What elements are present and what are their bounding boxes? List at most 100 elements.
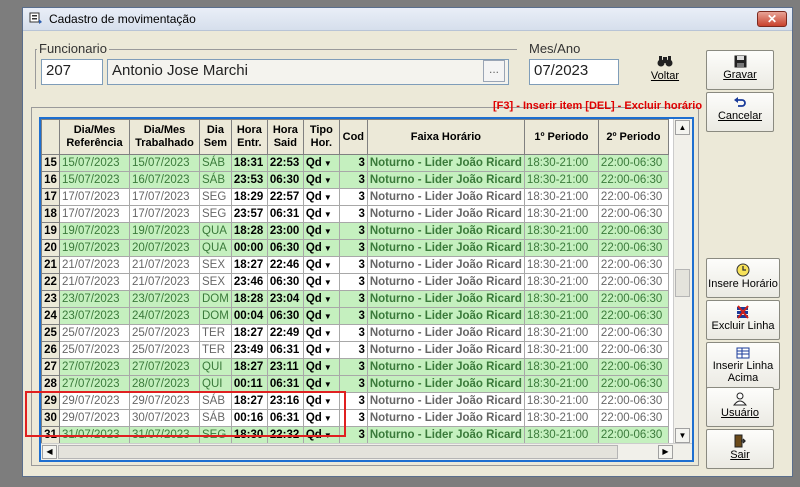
referencia-cell[interactable]: 25/07/2023 [59,324,130,342]
faixa-horario-cell[interactable]: Noturno - Lider João Ricard [366,426,525,444]
primeiro-periodo-cell[interactable]: 18:30-21:00 [523,409,599,427]
segundo-periodo-cell[interactable]: 22:00-06:30 [597,239,669,257]
chevron-down-icon[interactable]: ▼ [324,363,332,372]
scroll-right-arrow[interactable]: ▶ [658,445,673,459]
trabalhado-cell[interactable]: 21/07/2023 [129,273,200,291]
segundo-periodo-cell[interactable]: 22:00-06:30 [597,205,669,223]
cancelar-button[interactable]: Cancelar [706,92,774,132]
chevron-down-icon[interactable]: ▼ [324,278,332,287]
chevron-down-icon[interactable]: ▼ [324,380,332,389]
hora-entr-cell[interactable]: 18:29 [230,188,268,206]
faixa-horario-cell[interactable]: Noturno - Lider João Ricard [366,341,525,359]
dia-sem-cell[interactable]: QUI [199,358,232,376]
cod-cell[interactable]: 3 [338,205,368,223]
hora-said-cell[interactable]: 23:16 [266,392,304,410]
hora-said-cell[interactable]: 06:30 [266,171,304,189]
cod-cell[interactable]: 3 [338,188,368,206]
horizontal-scrollbar[interactable]: ◀ ▶ [41,443,692,460]
tipo-hor-dropdown[interactable]: Qd▼ [302,409,340,427]
cod-cell[interactable]: 3 [338,409,368,427]
referencia-cell[interactable]: 23/07/2023 [59,307,130,325]
cod-cell[interactable]: 3 [338,358,368,376]
excluir-linha-button[interactable]: Excluir Linha [706,300,780,340]
column-header-hora-entr[interactable]: Hora Entr. [230,119,268,155]
close-button[interactable]: ✕ [757,11,787,27]
segundo-periodo-cell[interactable]: 22:00-06:30 [597,392,669,410]
faixa-horario-cell[interactable]: Noturno - Lider João Ricard [366,290,525,308]
column-header-referencia[interactable]: Dia/Mes Referência [59,119,130,155]
cod-cell[interactable]: 3 [338,222,368,240]
trabalhado-cell[interactable]: 30/07/2023 [129,409,200,427]
referencia-cell[interactable]: 25/07/2023 [59,341,130,359]
column-header-trabalhado[interactable]: Dia/Mes Trabalhado [129,119,200,155]
dia-sem-cell[interactable]: DOM [199,290,232,308]
dia-sem-cell[interactable]: QUA [199,222,232,240]
hora-said-cell[interactable]: 22:57 [266,188,304,206]
column-header-tipo-hor[interactable]: Tipo Hor. [302,119,340,155]
hora-said-cell[interactable]: 06:30 [266,239,304,257]
dia-sem-cell[interactable]: SÁB [199,392,232,410]
dia-sem-cell[interactable]: SEG [199,205,232,223]
cod-cell[interactable]: 3 [338,392,368,410]
dia-sem-cell[interactable]: TER [199,324,232,342]
referencia-cell[interactable]: 29/07/2023 [59,392,130,410]
hora-entr-cell[interactable]: 23:57 [230,205,268,223]
hora-said-cell[interactable]: 22:46 [266,256,304,274]
chevron-down-icon[interactable]: ▼ [324,346,332,355]
segundo-periodo-cell[interactable]: 22:00-06:30 [597,307,669,325]
cod-cell[interactable]: 3 [338,154,368,172]
primeiro-periodo-cell[interactable]: 18:30-21:00 [523,290,599,308]
referencia-cell[interactable]: 23/07/2023 [59,290,130,308]
scroll-left-arrow[interactable]: ◀ [42,445,57,459]
referencia-cell[interactable]: 19/07/2023 [59,239,130,257]
table-row[interactable]: 23 23/07/2023 23/07/2023 DOM 18:28 23:04 Qd ▼ 3 N… [41,290,669,308]
cod-cell[interactable]: 3 [338,324,368,342]
table-row[interactable]: 21 21/07/2023 21/07/2023 SEX 18:27 22:46 Qd ▼ 3 N… [41,256,669,274]
faixa-horario-cell[interactable]: Noturno - Lider João Ricard [366,239,525,257]
funcionario-lookup-button[interactable]: ... [483,60,505,82]
tipo-hor-dropdown[interactable]: Qd▼ [302,426,340,444]
dia-sem-cell[interactable]: DOM [199,307,232,325]
hora-entr-cell[interactable]: 18:28 [230,290,268,308]
chevron-down-icon[interactable]: ▼ [324,261,332,270]
referencia-cell[interactable]: 21/07/2023 [59,273,130,291]
faixa-horario-cell[interactable]: Noturno - Lider João Ricard [366,256,525,274]
column-header-faixa-horario[interactable]: Faixa Horário [366,119,525,155]
primeiro-periodo-cell[interactable]: 18:30-21:00 [523,222,599,240]
faixa-horario-cell[interactable]: Noturno - Lider João Ricard [366,307,525,325]
tipo-hor-dropdown[interactable]: Qd▼ [302,392,340,410]
hora-entr-cell[interactable]: 00:11 [230,375,268,393]
primeiro-periodo-cell[interactable]: 18:30-21:00 [523,256,599,274]
column-header-dia-sem[interactable]: Dia Sem [199,119,232,155]
funcionario-code-field[interactable]: 207 [41,59,103,85]
hora-said-cell[interactable]: 06:31 [266,375,304,393]
hora-entr-cell[interactable]: 18:27 [230,324,268,342]
segundo-periodo-cell[interactable]: 22:00-06:30 [597,341,669,359]
dia-sem-cell[interactable]: SÁB [199,171,232,189]
segundo-periodo-cell[interactable]: 22:00-06:30 [597,256,669,274]
chevron-down-icon[interactable]: ▼ [324,431,332,440]
segundo-periodo-cell[interactable]: 22:00-06:30 [597,358,669,376]
segundo-periodo-cell[interactable]: 22:00-06:30 [597,273,669,291]
trabalhado-cell[interactable]: 17/07/2023 [129,205,200,223]
chevron-down-icon[interactable]: ▼ [324,176,332,185]
primeiro-periodo-cell[interactable]: 18:30-21:00 [523,375,599,393]
table-row[interactable]: 16 15/07/2023 16/07/2023 SÁB 23:53 06:30 Qd ▼ 3 N… [41,171,669,189]
trabalhado-cell[interactable]: 25/07/2023 [129,341,200,359]
table-row[interactable]: 15 15/07/2023 15/07/2023 SÁB 18:31 22:53 Qd ▼ 3 N… [41,154,669,172]
referencia-cell[interactable]: 27/07/2023 [59,358,130,376]
dia-sem-cell[interactable]: SEG [199,188,232,206]
trabalhado-cell[interactable]: 20/07/2023 [129,239,200,257]
table-row[interactable]: 22 21/07/2023 21/07/2023 SEX 23:46 06:30 Qd ▼ 3 N… [41,273,669,291]
primeiro-periodo-cell[interactable]: 18:30-21:00 [523,188,599,206]
funcionario-name-field[interactable]: Antonio Jose Marchi [107,59,509,85]
cod-cell[interactable]: 3 [338,375,368,393]
segundo-periodo-cell[interactable]: 22:00-06:30 [597,426,669,444]
table-row[interactable]: 27 27/07/2023 27/07/2023 QUI 18:27 23:11 Qd ▼ 3 N… [41,358,669,376]
primeiro-periodo-cell[interactable]: 18:30-21:00 [523,324,599,342]
tipo-hor-dropdown[interactable]: Qd▼ [302,375,340,393]
cod-cell[interactable]: 3 [338,307,368,325]
column-header-segundo-periodo[interactable]: 2º Periodo [597,119,669,155]
trabalhado-cell[interactable]: 15/07/2023 [129,154,200,172]
chevron-down-icon[interactable]: ▼ [324,193,332,202]
